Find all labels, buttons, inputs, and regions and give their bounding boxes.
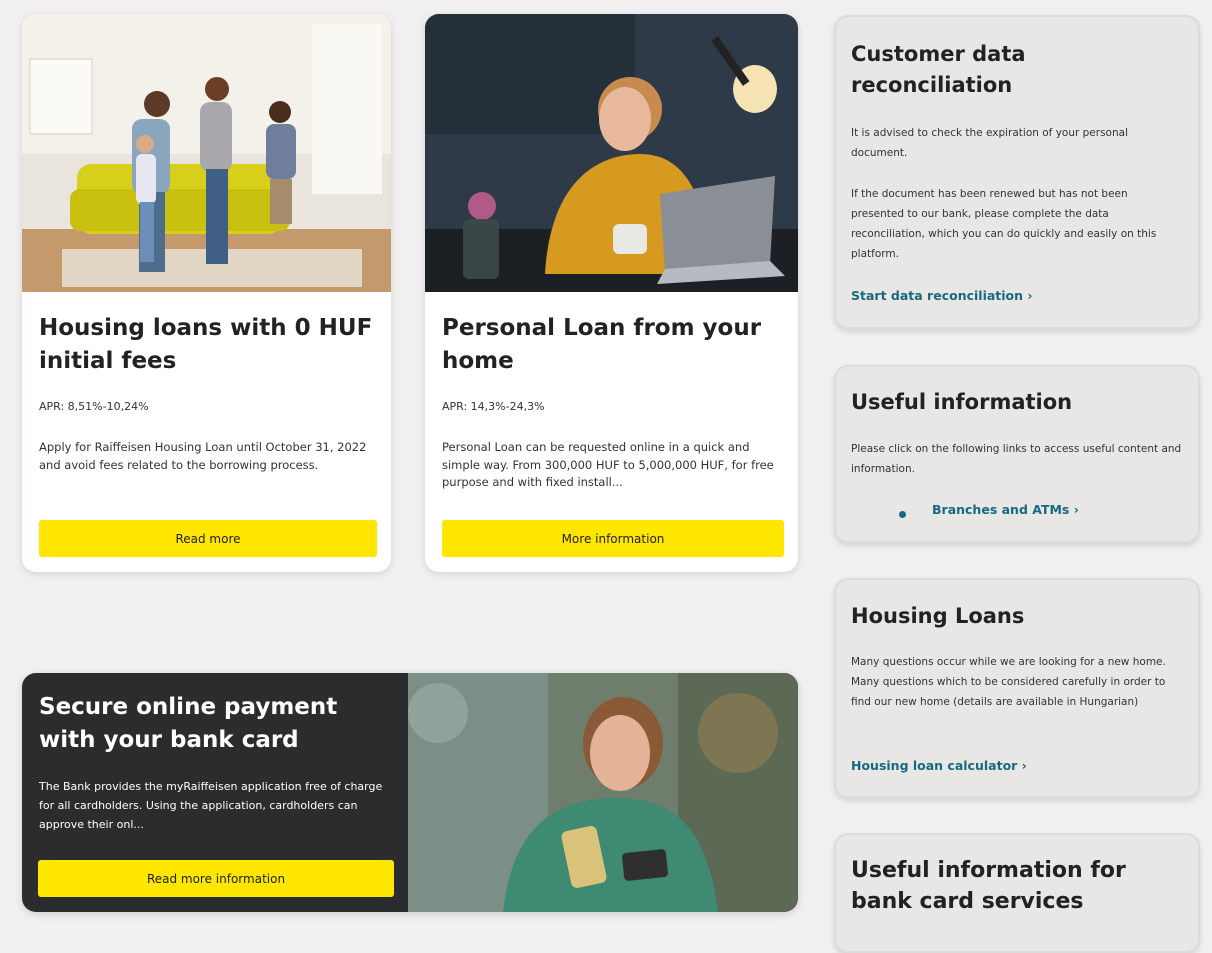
- housing-loan-description: Apply for Raiffeisen Housing Loan until …: [39, 440, 367, 472]
- personal-loan-more-info-button[interactable]: More information: [442, 520, 784, 557]
- useful-information-text: Please click on the following links to a…: [851, 443, 1182, 475]
- useful-information-card: Useful information Please click on the f…: [834, 365, 1200, 543]
- housing-loans-info-text: Many questions occur while we are lookin…: [851, 656, 1166, 708]
- personal-loan-title: Personal Loan from your home: [442, 315, 762, 374]
- personal-loan-description: Personal Loan can be requested online in…: [442, 440, 774, 489]
- branches-and-atms-link[interactable]: Branches and ATMs ›: [932, 502, 1079, 517]
- housing-loans-info-title: Housing Loans: [851, 604, 1025, 628]
- housing-loan-title: Housing loans with 0 HUF initial fees: [39, 315, 373, 374]
- customer-data-card: Customer data reconciliation It is advis…: [834, 15, 1200, 329]
- woman-phone-card-image: [408, 673, 798, 912]
- personal-loan-card: Personal Loan from your home APR: 14,3%-…: [425, 14, 798, 572]
- customer-data-text-2: If the document has been renewed but has…: [851, 188, 1157, 260]
- useful-information-title: Useful information: [851, 390, 1073, 414]
- housing-loan-card: Housing loans with 0 HUF initial fees AP…: [22, 14, 391, 572]
- secure-payment-title: Secure online payment with your bank car…: [39, 694, 338, 753]
- secure-payment-card: Secure online payment with your bank car…: [22, 673, 798, 912]
- family-living-room-image: [22, 14, 391, 292]
- housing-loan-read-more-button[interactable]: Read more: [39, 520, 377, 557]
- personal-loan-apr: APR: 14,3%-24,3%: [442, 400, 545, 413]
- housing-loans-info-card: Housing Loans Many questions occur while…: [834, 578, 1200, 798]
- woman-laptop-image: [425, 14, 798, 292]
- housing-loan-calculator-link[interactable]: Housing loan calculator ›: [851, 758, 1027, 773]
- housing-loan-apr: APR: 8,51%-10,24%: [39, 400, 149, 413]
- start-data-reconciliation-link[interactable]: Start data reconciliation ›: [851, 288, 1033, 303]
- secure-payment-description: The Bank provides the myRaiffeisen appli…: [39, 780, 383, 831]
- customer-data-title: Customer data reconciliation: [851, 42, 1026, 97]
- bullet-icon: [899, 511, 906, 518]
- bank-card-info-title: Useful information for bank card service…: [851, 858, 1126, 914]
- secure-payment-read-more-button[interactable]: Read more information: [38, 860, 394, 897]
- bank-card-info-card: Useful information for bank card service…: [834, 833, 1200, 953]
- customer-data-text-1: It is advised to check the expiration of…: [851, 127, 1128, 159]
